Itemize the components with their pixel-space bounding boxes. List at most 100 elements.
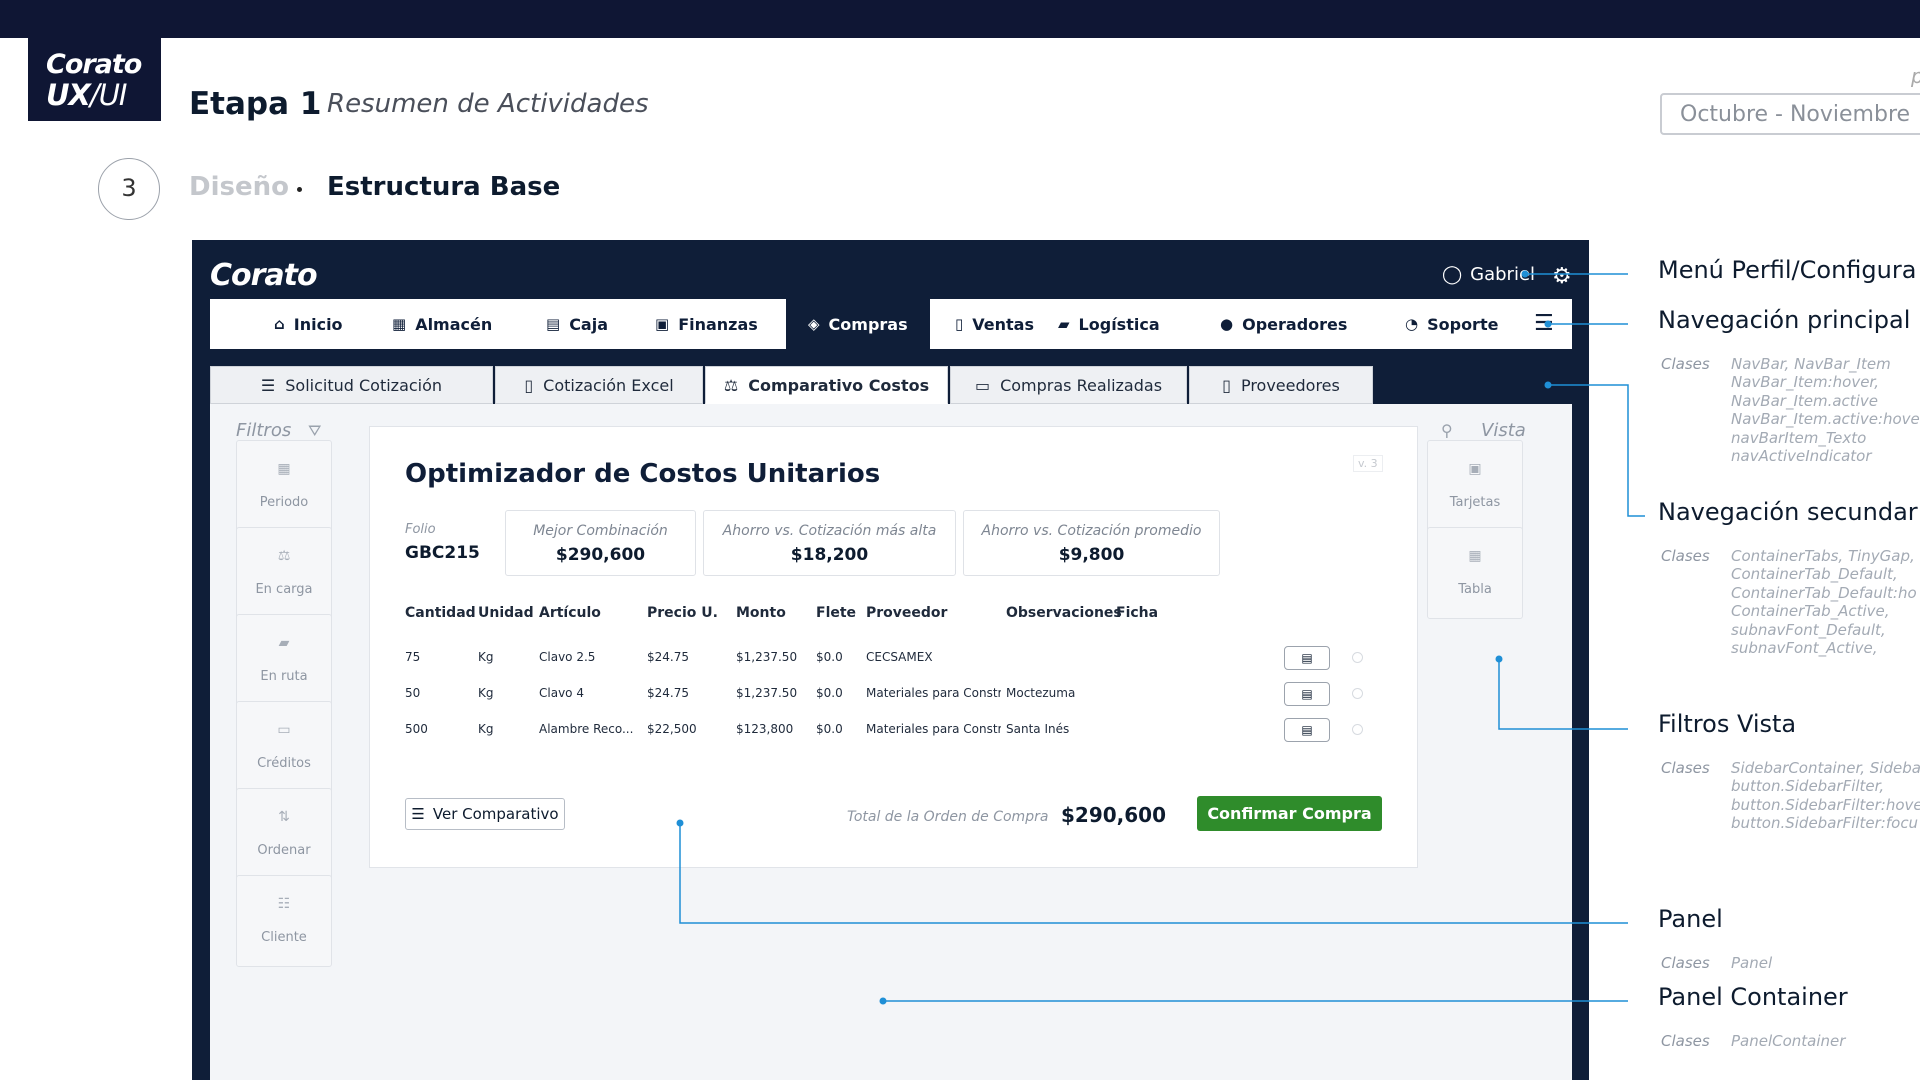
warehouse-icon: ▦ bbox=[392, 315, 407, 333]
annotation-classes-list: PanelContainer bbox=[1731, 1032, 1845, 1050]
column-header-observaciones: Observaciones bbox=[1006, 605, 1122, 621]
filter-button-cliente[interactable]: ☷ Cliente bbox=[236, 875, 332, 967]
headset-icon: ◔ bbox=[1405, 315, 1419, 333]
tab-cotizacion-excel[interactable]: ▯ Cotización Excel bbox=[495, 366, 703, 404]
ficha-button[interactable]: ▤ bbox=[1284, 682, 1330, 706]
table-cell-flete: $0.0 bbox=[816, 650, 843, 664]
logo-line2: UX/UI bbox=[46, 78, 127, 112]
date-range-pill: Octubre - Noviembre bbox=[1660, 93, 1920, 135]
table-cell-cantidad: 500 bbox=[405, 722, 428, 736]
file-contract-icon: ▯ bbox=[1222, 375, 1231, 395]
table-cell-cantidad: 75 bbox=[405, 650, 421, 664]
annotation-classes-label: Clases bbox=[1661, 355, 1710, 373]
view-button-tarjetas[interactable]: ▣ Tarjetas bbox=[1427, 440, 1523, 532]
filter-button-periodo[interactable]: ▦ Periodo bbox=[236, 440, 332, 532]
profile-menu[interactable]: ◯ Gabriel bbox=[1442, 264, 1535, 285]
breadcrumb-separator bbox=[297, 187, 302, 192]
filter-button-en-carga[interactable]: ⚖ En carga bbox=[236, 527, 332, 619]
tags-icon: ◈ bbox=[808, 315, 820, 333]
binoculars-icon: ⚲ bbox=[1441, 421, 1453, 440]
panel: v. 3 Optimizador de Costos Unitarios Fol… bbox=[369, 426, 1418, 868]
column-header-cantidad: Cantidad bbox=[405, 605, 476, 621]
table-cell-unidad: Kg bbox=[478, 686, 494, 700]
column-header-articulo: Artículo bbox=[539, 605, 601, 621]
annotation-classes-label: Clases bbox=[1661, 1032, 1710, 1050]
tab-proveedores[interactable]: ▯ Proveedores bbox=[1189, 366, 1373, 404]
nav-item-label: Operadores bbox=[1242, 314, 1348, 334]
annotation-class: subnavFont_Active, bbox=[1731, 639, 1878, 658]
ficha-button[interactable]: ▤ bbox=[1284, 718, 1330, 742]
nav-item-label: Finanzas bbox=[678, 314, 758, 334]
view-comparison-label: Ver Comparativo bbox=[432, 805, 559, 823]
nav-item-soporte[interactable]: ◔ Soporte bbox=[1405, 299, 1498, 349]
folio-value: GBC215 bbox=[405, 543, 480, 563]
calendar-icon: ▦ bbox=[277, 461, 291, 477]
clipboard-icon: ▤ bbox=[1301, 723, 1313, 737]
confirm-purchase-button[interactable]: Confirmar Compra bbox=[1197, 796, 1382, 831]
nav-item-logistica[interactable]: ▰ Logística bbox=[1058, 299, 1160, 349]
table-cell-monto: $123,800 bbox=[736, 722, 794, 736]
tab-compras-realizadas[interactable]: ▭ Compras Realizadas bbox=[950, 366, 1187, 404]
version-badge: v. 3 bbox=[1353, 455, 1383, 472]
row-select-radio[interactable] bbox=[1352, 652, 1363, 663]
hamburger-menu-icon[interactable]: ☰ bbox=[1534, 311, 1554, 336]
filter-button-creditos[interactable]: ▭ Créditos bbox=[236, 701, 332, 793]
sidebar-button-label: En ruta bbox=[260, 669, 308, 684]
annotation-classes-label: Clases bbox=[1661, 954, 1710, 972]
nav-item-label: Inicio bbox=[293, 314, 343, 334]
annotation-classes-list: NavBar, NavBar_Item NavBar_Item:hover, Nav… bbox=[1731, 355, 1920, 465]
tab-comparativo-costos[interactable]: ⚖ Comparativo Costos bbox=[705, 366, 948, 404]
kpi-label: Mejor Combinación bbox=[533, 523, 668, 539]
stage-title: Etapa 1 bbox=[189, 86, 322, 122]
table-cell-monto: $1,237.50 bbox=[736, 650, 798, 664]
annotation-classes-list: SidebarContainer, Sideba button.SidebarFi… bbox=[1731, 759, 1920, 833]
nav-item-inicio[interactable]: ⌂ Inicio bbox=[274, 299, 343, 349]
nav-item-compras[interactable]: ◈ Compras bbox=[786, 299, 930, 349]
annotation-class: ContainerTabs, TinyGap, bbox=[1731, 547, 1915, 565]
table-cell-unidad: Kg bbox=[478, 722, 494, 736]
row-select-radio[interactable] bbox=[1352, 688, 1363, 699]
user-icon: ● bbox=[1220, 315, 1234, 333]
nav-item-ventas[interactable]: ▯ Ventas bbox=[955, 299, 1034, 349]
kpi-savings-vs-average: Ahorro vs. Cotización promedio $9,800 bbox=[963, 510, 1220, 576]
nav-item-operadores[interactable]: ● Operadores bbox=[1220, 299, 1347, 349]
view-comparison-button[interactable]: ☰ Ver Comparativo bbox=[405, 798, 565, 830]
table-row[interactable]: 500 Kg Alambre Reco... $22,500 $123,800 $0.0 M… bbox=[370, 709, 1419, 749]
nav-item-label: Logística bbox=[1078, 314, 1160, 334]
filter-button-ordenar[interactable]: ⇅ Ordenar bbox=[236, 788, 332, 880]
filter-button-en-ruta[interactable]: ▰ En ruta bbox=[236, 614, 332, 706]
gear-icon[interactable]: ⚙ bbox=[1552, 264, 1572, 289]
nav-item-caja[interactable]: ▤ Caja bbox=[546, 299, 608, 349]
table-cell-articulo: Alambre Reco... bbox=[539, 722, 634, 736]
annotation-class: NavBar_Item:hover, bbox=[1731, 373, 1879, 392]
view-button-tabla[interactable]: ▦ Tabla bbox=[1427, 527, 1523, 619]
breadcrumb-page: Estructura Base bbox=[327, 172, 561, 202]
table-row[interactable]: 50 Kg Clavo 4 $24.75 $1,237.50 $0.0 Materiales… bbox=[370, 673, 1419, 713]
credit-card-icon: ▭ bbox=[277, 722, 291, 738]
nav-item-label: Ventas bbox=[972, 314, 1034, 334]
total-value: $290,600 bbox=[1061, 803, 1167, 827]
annotation-classes-list: Panel bbox=[1731, 954, 1772, 972]
annotation-title: Navegación secundar bbox=[1658, 498, 1918, 526]
annotation-class: NavBar, NavBar_Item bbox=[1731, 355, 1891, 373]
ficha-button[interactable]: ▤ bbox=[1284, 646, 1330, 670]
annotation-class: ContainerTab_Default, bbox=[1731, 565, 1898, 584]
table-cell-unidad: Kg bbox=[478, 650, 494, 664]
table-row[interactable]: 75 Kg Clavo 2.5 $24.75 $1,237.50 $0.0 CECSAMEX… bbox=[370, 637, 1419, 677]
main-nav: ☰ ⌂ Inicio ▦ Almacén ▤ Caja ▣ Finanzas ◈ Compras ▯… bbox=[210, 299, 1572, 349]
row-select-radio[interactable] bbox=[1352, 724, 1363, 735]
clipboard-icon: ▤ bbox=[1301, 651, 1313, 665]
kpi-savings-vs-highest: Ahorro vs. Cotización más alta $18,200 bbox=[703, 510, 956, 576]
column-header-unidad: Unidad bbox=[478, 605, 534, 621]
nav-item-finanzas[interactable]: ▣ Finanzas bbox=[655, 299, 758, 349]
annotation-class: subnavFont_Default, bbox=[1731, 620, 1886, 639]
nav-item-label: Compras bbox=[828, 314, 908, 334]
annotation-class: navBarItem_Texto bbox=[1731, 428, 1867, 447]
table-cell-proveedor: CECSAMEX bbox=[866, 650, 933, 664]
annotation-classes-list: ContainerTabs, TinyGap, ContainerTab_Defa… bbox=[1731, 547, 1917, 657]
annotation-title: Navegación principal bbox=[1658, 306, 1911, 334]
filters-title: Filtros bbox=[236, 420, 292, 441]
nav-item-almacen[interactable]: ▦ Almacén bbox=[392, 299, 492, 349]
panel-container: Filtros ⛛ ▦ Periodo ⚖ En carga ▰ En ruta ▭ Créd… bbox=[210, 404, 1572, 1080]
tab-solicitud-cotizacion[interactable]: ☰ Solicitud Cotización bbox=[210, 366, 493, 404]
